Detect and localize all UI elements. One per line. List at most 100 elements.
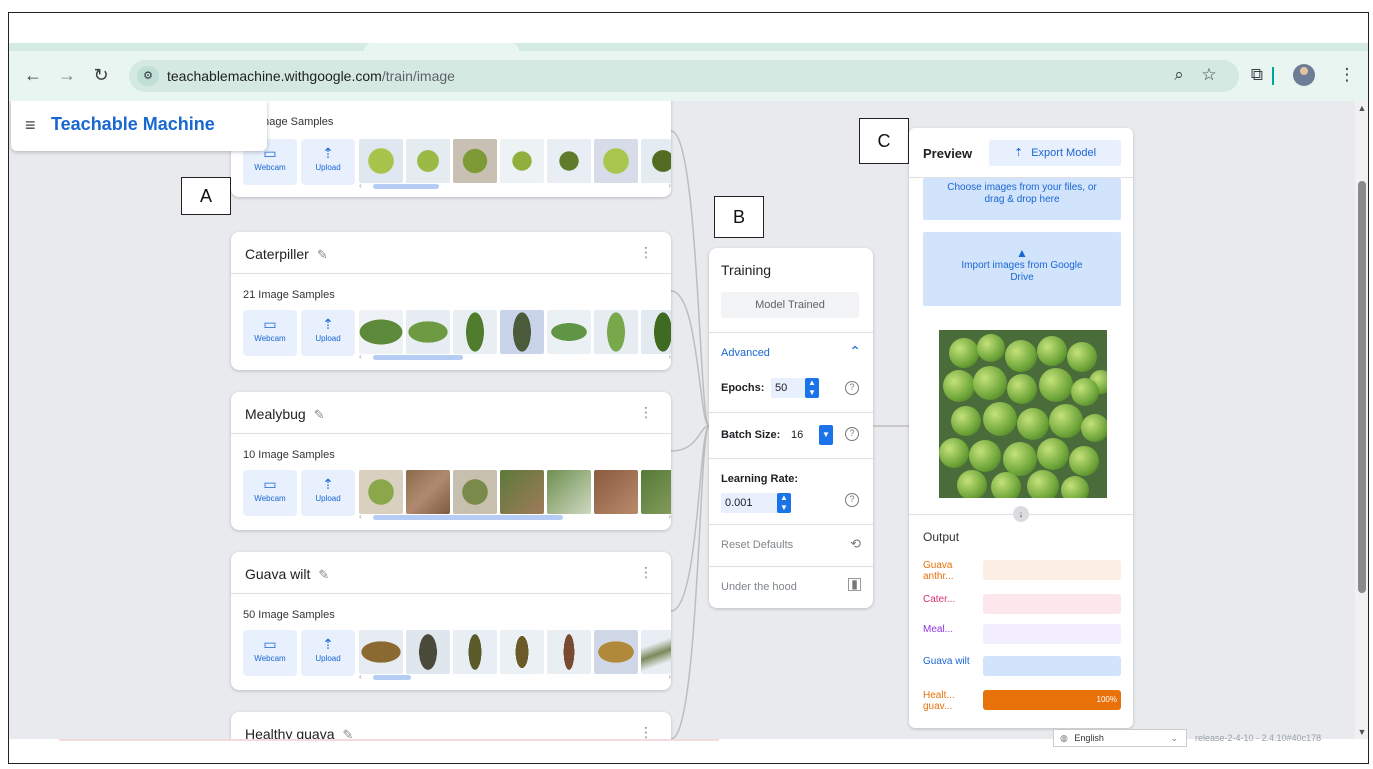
thumbnail-scrollbar[interactable]: ‹ › [359, 512, 671, 522]
sample-count: 50 Image Samples [243, 609, 335, 621]
webcam-label: Webcam [254, 654, 286, 663]
class-options-icon[interactable]: ⋮ [639, 404, 653, 421]
hamburger-menu-icon[interactable]: ≡ [25, 115, 36, 136]
class-name[interactable]: Caterpiller ✎ [245, 246, 328, 263]
stepper-icon[interactable]: ▲ ▼ [777, 493, 791, 513]
guava-fruit [991, 472, 1021, 498]
upload-icon: ⇡ [322, 316, 334, 332]
advanced-label: Advanced [721, 347, 770, 359]
release-version: release-2-4-10 - 2.4.10#40c178 [1195, 733, 1322, 743]
webcam-button[interactable]: ▭ Webcam [243, 310, 297, 356]
browser-toolbar: ← → ↻ ⚙ teachablemachine.withgoogle.com/… [9, 51, 1368, 101]
menu-kebab-icon[interactable]: ⋮ [1335, 63, 1359, 87]
tab-strip [9, 43, 1368, 51]
thumbnail-scrollbar[interactable]: ‹ › [359, 181, 671, 191]
sample-thumbnails[interactable] [359, 630, 671, 674]
class-options-icon[interactable]: ⋮ [639, 724, 653, 739]
class-card-1: Image Samples ▭ Webcam ⇡ Upload ‹ › [231, 101, 671, 197]
guava-fruit [957, 470, 987, 498]
chevron-down-icon: ⌄ [1170, 733, 1178, 743]
address-bar[interactable]: ⚙ teachablemachine.withgoogle.com/train/… [129, 60, 1239, 92]
file-drop-zone[interactable]: Choose images from your files, or drag &… [923, 178, 1121, 220]
edit-pencil-icon[interactable]: ✎ [318, 567, 329, 582]
upload-button[interactable]: ⇡ Upload [301, 139, 355, 185]
thumbnail-scrollbar[interactable]: ‹ › [359, 352, 671, 362]
confidence-bar [983, 560, 1121, 580]
page-scrollbar[interactable]: ▲ ▼ [1355, 101, 1368, 739]
star-icon[interactable]: ☆ [1197, 63, 1221, 87]
sample-thumbnails[interactable] [359, 139, 671, 183]
upload-button[interactable]: ⇡ Upload [301, 630, 355, 676]
thumbnail-scrollbar[interactable]: ‹ › [359, 672, 671, 682]
under-the-hood-button[interactable]: Under the hood ▮ [709, 566, 873, 608]
profile-avatar[interactable] [1293, 64, 1315, 86]
preview-panel: Preview ⇡ Export Model Choose images from… [909, 128, 1133, 728]
sample-thumbnails[interactable] [359, 310, 671, 354]
guava-fruit [1037, 336, 1067, 366]
class-name[interactable]: Healthy guava ✎ [245, 726, 353, 739]
upload-button[interactable]: ⇡ Upload [301, 310, 355, 356]
guava-fruit [1081, 414, 1107, 442]
batch-size-select[interactable]: 16 ▼ [787, 425, 833, 445]
back-icon[interactable]: ← [21, 63, 45, 87]
advanced-toggle[interactable]: Advanced ⌃ [709, 332, 873, 376]
webcam-button[interactable]: ▭ Webcam [243, 470, 297, 516]
help-icon[interactable]: ? [845, 427, 859, 441]
class-name[interactable]: Guava wilt ✎ [245, 566, 329, 583]
annotation-label-c: C [859, 118, 909, 164]
upload-label: Upload [315, 334, 341, 343]
stepper-icon[interactable]: ▲ ▼ [805, 378, 819, 398]
reset-defaults-button[interactable]: Reset Defaults ⟲ [709, 524, 873, 566]
upload-icon: ⇡ [322, 636, 334, 652]
learning-rate-value: 0.001 [725, 497, 753, 509]
chart-icon: ▮ [848, 578, 861, 591]
sample-image [500, 470, 544, 514]
help-icon[interactable]: ? [845, 381, 859, 395]
export-model-button[interactable]: ⇡ Export Model [989, 140, 1121, 166]
guava-fruit [1005, 340, 1037, 372]
webcam-label: Webcam [254, 494, 286, 503]
active-tab[interactable] [364, 43, 519, 51]
help-icon[interactable]: ? [845, 493, 859, 507]
forward-icon[interactable]: → [55, 63, 79, 87]
webcam-icon: ▭ [263, 476, 277, 492]
site-info-icon[interactable]: ⚙ [137, 66, 159, 86]
reload-icon[interactable]: ↻ [89, 63, 113, 87]
upload-icon: ⇡ [322, 476, 334, 492]
scrollbar-thumb[interactable] [1358, 181, 1366, 593]
zoom-icon[interactable]: ⌕ [1167, 63, 1191, 87]
upload-label: Upload [315, 654, 341, 663]
extensions-icon[interactable]: ⧉ [1245, 63, 1269, 87]
guava-fruit [969, 440, 1001, 472]
guava-fruit [1069, 446, 1099, 476]
edit-pencil-icon[interactable]: ✎ [343, 727, 354, 739]
upload-button[interactable]: ⇡ Upload [301, 470, 355, 516]
batch-size-value: 16 [791, 429, 804, 441]
confidence-bar [983, 656, 1121, 676]
sample-thumbnails[interactable] [359, 470, 671, 514]
learning-rate-input[interactable]: 0.001 ▲ ▼ [721, 493, 791, 513]
scroll-down-icon[interactable]: ▼ [1357, 727, 1367, 737]
guava-fruit [973, 366, 1007, 400]
class-name[interactable]: Mealybug ✎ [245, 406, 325, 423]
guava-fruit [1003, 442, 1037, 476]
guava-fruit [1071, 378, 1099, 406]
webcam-button[interactable]: ▭ Webcam [243, 630, 297, 676]
google-drive-import-button[interactable]: ▲ Import images from Google Drive [923, 232, 1121, 306]
train-model-button[interactable]: Model Trained [721, 292, 859, 318]
epochs-input[interactable]: 50 ▲ ▼ [771, 378, 819, 398]
sample-image [641, 139, 671, 183]
edit-pencil-icon[interactable]: ✎ [314, 407, 325, 422]
sample-count: 21 Image Samples [243, 289, 335, 301]
sample-image [406, 139, 450, 183]
sample-image [500, 310, 544, 354]
class-options-icon[interactable]: ⋮ [639, 564, 653, 581]
class-options-icon[interactable]: ⋮ [639, 244, 653, 261]
arrow-down-icon: ↓ [1013, 506, 1029, 522]
language-select[interactable]: ◍ English ⌄ [1053, 729, 1187, 747]
scroll-up-icon[interactable]: ▲ [1357, 103, 1367, 113]
edit-pencil-icon[interactable]: ✎ [317, 247, 328, 262]
preview-header: Preview ⇡ Export Model [909, 128, 1133, 178]
sample-image [547, 139, 591, 183]
screenshot-frame: ← → ↻ ⚙ teachablemachine.withgoogle.com/… [8, 12, 1369, 764]
